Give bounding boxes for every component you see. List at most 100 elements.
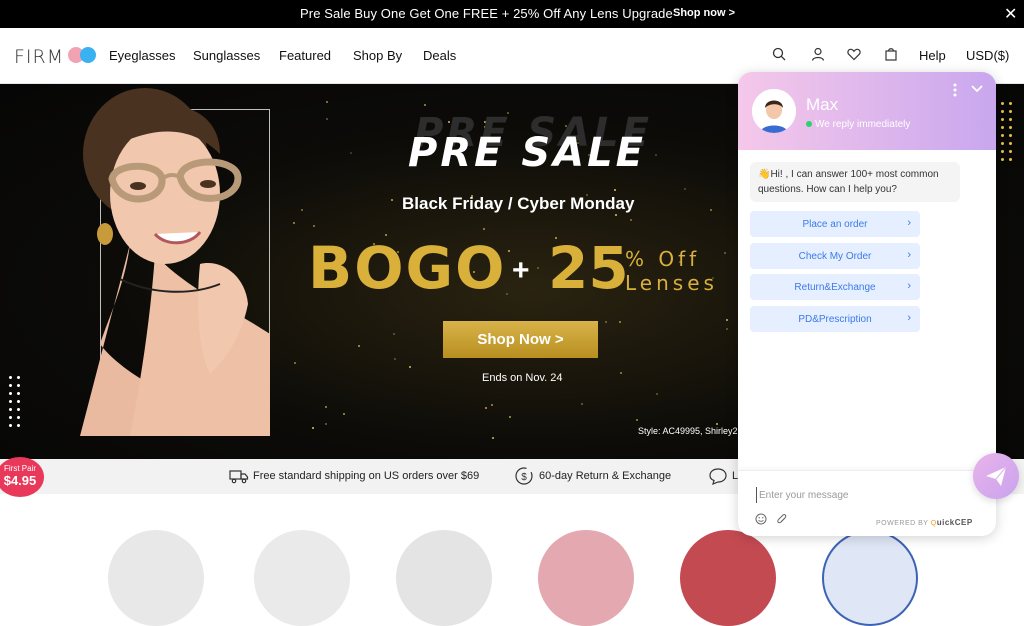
hero-plus: + [512,254,530,287]
decor-dot [1001,142,1004,145]
decor-dot [9,416,12,419]
return-dollar-icon: $ [515,467,533,485]
category-circle[interactable] [822,530,918,626]
decor-dot [17,400,20,403]
category-circle[interactable] [254,530,350,626]
sparkle-dot [710,209,713,212]
chat-message-input[interactable] [756,487,976,503]
chat-bubble-icon [709,468,727,485]
category-circle[interactable] [680,530,776,626]
nav-deals[interactable]: Deals [423,48,456,63]
decor-dot [1009,126,1012,129]
decor-dot [9,408,12,411]
sparkle-dot [483,227,486,230]
nav-sunglasses[interactable]: Sunglasses [193,48,260,63]
sparkle-dot [293,362,296,365]
chevron-right-icon: › [907,217,911,229]
sparkle-dot [630,218,633,221]
cart-bag-icon[interactable] [883,46,899,62]
svg-text:$: $ [521,472,527,483]
sparkle-dot [716,423,719,426]
search-icon[interactable] [771,46,787,62]
decor-dot [1001,134,1004,137]
hero-bogo: BOGO [308,234,507,302]
sparkle-dot [408,366,411,369]
sparkle-dot [684,187,687,190]
agent-avatar [752,89,796,133]
currency-selector[interactable]: USD($) [966,48,1009,63]
decor-dot [1001,118,1004,121]
sparkle-dot [508,249,511,252]
quick-reply-pd-prescription[interactable]: PD&Prescription › [750,306,920,332]
sparkle-dot [620,371,623,374]
chevron-right-icon: › [907,312,911,324]
help-link[interactable]: Help [919,48,946,63]
model-photo [80,88,270,436]
chevron-right-icon: › [907,249,911,261]
quick-reply-return-exchange[interactable]: Return&Exchange › [750,274,920,300]
category-circle[interactable] [538,530,634,626]
decor-dot [9,376,12,379]
decor-dot [17,392,20,395]
truck-icon [229,470,249,484]
sparkle-dot [636,418,639,421]
sparkle-dot [325,422,328,425]
decor-dot [17,376,20,379]
decor-dot [1001,102,1004,105]
decor-dot [17,424,20,427]
quick-reply-place-order[interactable]: Place an order › [750,211,920,237]
attachment-icon[interactable] [776,513,788,525]
benefit-returns: 60-day Return & Exchange [539,470,672,482]
sparkle-dot [350,152,353,155]
decor-dot [17,416,20,419]
category-circle[interactable] [396,530,492,626]
more-options-icon[interactable] [950,82,960,98]
chat-launcher-button[interactable] [973,453,1019,499]
sparkle-dot [580,402,583,405]
emoji-icon[interactable] [755,513,767,525]
agent-name: Max [806,95,839,114]
announcement-message: Pre Sale Buy One Get One FREE + 25% Off … [300,6,673,21]
hero-percent: 25 [548,234,629,302]
quick-reply-label: Place an order [802,218,868,230]
sparkle-dot [394,357,397,360]
wishlist-heart-icon[interactable] [846,46,862,62]
announcement-bar: Pre Sale Buy One Get One FREE + 25% Off … [0,0,1024,28]
nav-shop-by[interactable]: Shop By [353,48,402,63]
category-circle[interactable] [108,530,204,626]
first-pair-label: First Pair [4,464,36,473]
quick-reply-check-order[interactable]: Check My Order › [750,243,920,269]
quick-reply-label: Check My Order [798,250,872,262]
hero-shop-now-button[interactable]: Shop Now > [443,321,598,358]
logo[interactable]: FIRM [14,44,96,68]
account-icon[interactable] [810,46,826,62]
chat-header: Max We reply immediately [738,72,996,150]
hero-style-caption: Style: AC49995, Shirley2 [638,426,738,436]
decor-dot [1009,118,1012,121]
sparkle-dot [324,405,327,408]
powered-brand: uickCEP [936,518,973,527]
sparkle-dot [605,320,608,323]
announcement-close-icon[interactable]: ✕ [1004,4,1017,24]
paper-plane-icon [986,466,1007,486]
sparkle-dot [615,213,618,216]
sparkle-dot [326,118,329,121]
decor-dot [1001,126,1004,129]
sparkle-dot [357,345,360,347]
announcement-shop-link[interactable]: Shop now > [673,7,735,19]
decor-dot [1009,150,1012,153]
sparkle-dot [725,319,728,322]
hero-lenses: Lenses [625,271,718,295]
nav-featured[interactable]: Featured [279,48,331,63]
online-indicator [806,121,812,127]
sparkle-dot [391,199,394,202]
chat-composer: POWERED BY QuickCEP [738,470,996,536]
sparkle-dot [342,413,345,416]
sparkle-dot [509,415,512,418]
chevron-down-icon[interactable] [970,83,984,95]
sparkle-dot [312,225,315,227]
sparkle-dot [312,427,315,430]
powered-by: POWERED BY QuickCEP [876,518,973,527]
nav-eyeglasses[interactable]: Eyeglasses [109,48,175,63]
sparkle-dot [300,208,303,211]
